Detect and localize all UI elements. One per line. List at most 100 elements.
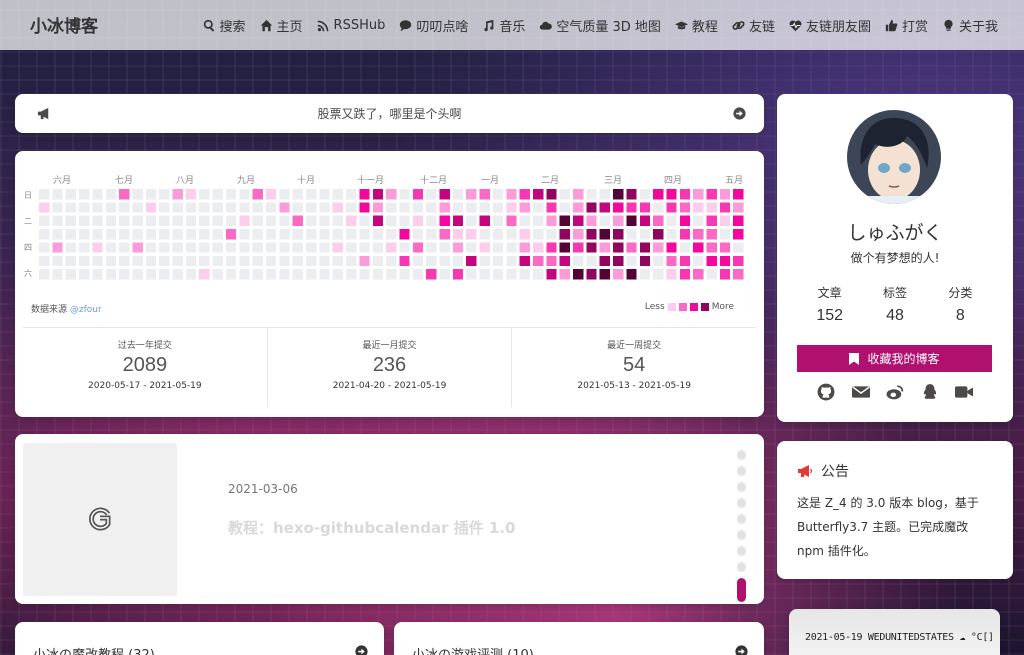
- contribution-day[interactable]: [719, 229, 731, 240]
- contribution-day[interactable]: [426, 215, 437, 226]
- contribution-day[interactable]: [199, 229, 210, 240]
- contribution-day[interactable]: [332, 215, 343, 226]
- contribution-day[interactable]: [586, 215, 597, 226]
- nav-music[interactable]: 音乐: [482, 16, 525, 35]
- video-icon[interactable]: [955, 383, 973, 401]
- contribution-day[interactable]: [306, 202, 317, 213]
- contribution-day[interactable]: [372, 269, 384, 280]
- contribution-day[interactable]: [52, 202, 63, 213]
- weather-widget[interactable]: 2021-05-19 WEDUNITEDSTATES ☁ °C[] 13 F: [789, 609, 1023, 655]
- contribution-day[interactable]: [666, 229, 677, 240]
- contribution-day[interactable]: [225, 202, 237, 213]
- arrow-circle-right-icon[interactable]: [735, 645, 748, 655]
- contribution-day[interactable]: [733, 242, 744, 253]
- contribution-day[interactable]: [626, 215, 637, 226]
- contribution-day[interactable]: [559, 269, 570, 280]
- contribution-day[interactable]: [679, 229, 691, 240]
- contribution-day[interactable]: [559, 189, 570, 200]
- contribution-day[interactable]: [412, 229, 424, 240]
- contribution-day[interactable]: [145, 215, 157, 226]
- contribution-day[interactable]: [733, 215, 744, 226]
- contribution-day[interactable]: [439, 269, 450, 280]
- contribution-day[interactable]: [533, 269, 544, 280]
- contribution-day[interactable]: [399, 229, 410, 240]
- contribution-day[interactable]: [546, 255, 557, 267]
- contribution-day[interactable]: [653, 202, 664, 213]
- contribution-day[interactable]: [359, 242, 370, 253]
- contribution-day[interactable]: [439, 215, 450, 226]
- contribution-day[interactable]: [239, 242, 250, 253]
- nav-home[interactable]: 主页: [260, 16, 303, 35]
- contribution-day[interactable]: [533, 229, 544, 240]
- contribution-day[interactable]: [452, 255, 464, 267]
- contribution-day[interactable]: [479, 255, 490, 267]
- contribution-day[interactable]: [653, 269, 664, 280]
- contribution-day[interactable]: [172, 255, 183, 267]
- contribution-day[interactable]: [626, 189, 637, 200]
- category-card-games[interactable]: 小冰の游戏评测 (10): [394, 622, 764, 655]
- contribution-day[interactable]: [733, 202, 744, 213]
- contribution-day[interactable]: [613, 202, 624, 213]
- contribution-day[interactable]: [386, 269, 397, 280]
- contribution-day[interactable]: [452, 269, 464, 280]
- contribution-day[interactable]: [386, 242, 397, 253]
- contribution-day[interactable]: [626, 269, 637, 280]
- contribution-day[interactable]: [92, 229, 103, 240]
- contribution-day[interactable]: [172, 202, 183, 213]
- nav-friend-circle[interactable]: 友链朋友圈: [789, 16, 871, 35]
- contribution-day[interactable]: [332, 255, 343, 267]
- contribution-day[interactable]: [372, 215, 384, 226]
- contribution-day[interactable]: [319, 242, 330, 253]
- contribution-day[interactable]: [492, 242, 504, 253]
- contribution-day[interactable]: [573, 242, 584, 253]
- mail-icon[interactable]: [851, 383, 870, 401]
- contribution-day[interactable]: [225, 189, 237, 200]
- contribution-day[interactable]: [679, 269, 691, 280]
- post-title[interactable]: 教程：hexo-githubcalendar 插件 1.0: [228, 517, 515, 538]
- contribution-day[interactable]: [639, 189, 651, 200]
- contribution-day[interactable]: [466, 215, 477, 226]
- contribution-day[interactable]: [466, 242, 477, 253]
- contribution-day[interactable]: [386, 229, 397, 240]
- contribution-day[interactable]: [613, 255, 624, 267]
- arrow-circle-right-icon[interactable]: [355, 645, 368, 655]
- contribution-day[interactable]: [386, 189, 397, 200]
- contribution-day[interactable]: [586, 242, 597, 253]
- contribution-day[interactable]: [412, 242, 424, 253]
- contribution-day[interactable]: [613, 269, 624, 280]
- contribution-day[interactable]: [199, 189, 210, 200]
- contribution-day[interactable]: [172, 215, 183, 226]
- contribution-day[interactable]: [439, 229, 450, 240]
- contribution-day[interactable]: [599, 202, 610, 213]
- contribution-day[interactable]: [733, 255, 744, 267]
- contribution-day[interactable]: [265, 229, 277, 240]
- contribution-day[interactable]: [733, 229, 744, 240]
- contribution-day[interactable]: [225, 242, 237, 253]
- contribution-day[interactable]: [639, 269, 651, 280]
- site-title[interactable]: 小冰博客: [30, 12, 98, 37]
- contribution-day[interactable]: [172, 189, 183, 200]
- contribution-day[interactable]: [452, 215, 464, 226]
- contribution-day[interactable]: [479, 202, 490, 213]
- contribution-day[interactable]: [626, 202, 637, 213]
- contribution-day[interactable]: [439, 189, 450, 200]
- stat-tags[interactable]: 标签 48: [862, 284, 927, 325]
- contribution-day[interactable]: [653, 215, 664, 226]
- contribution-day[interactable]: [399, 269, 410, 280]
- contribution-day[interactable]: [452, 229, 464, 240]
- slider-dot[interactable]: [737, 514, 746, 524]
- contribution-day[interactable]: [492, 269, 504, 280]
- contribution-day[interactable]: [119, 215, 130, 226]
- contribution-day[interactable]: [559, 215, 570, 226]
- contribution-day[interactable]: [52, 255, 63, 267]
- contribution-day[interactable]: [559, 255, 570, 267]
- contribution-day[interactable]: [359, 269, 370, 280]
- contribution-day[interactable]: [519, 269, 530, 280]
- contribution-day[interactable]: [372, 202, 384, 213]
- nav-tutorial[interactable]: 教程: [674, 16, 718, 35]
- contribution-day[interactable]: [666, 202, 677, 213]
- contribution-day[interactable]: [626, 242, 637, 253]
- contribution-day[interactable]: [319, 269, 330, 280]
- contribution-day[interactable]: [346, 269, 357, 280]
- contribution-day[interactable]: [319, 215, 330, 226]
